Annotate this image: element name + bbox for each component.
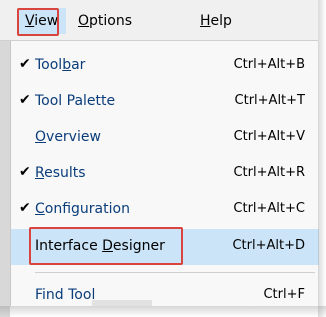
menu-separator xyxy=(35,272,315,273)
label-part: Find Tool xyxy=(35,287,96,303)
checkmark-icon: ✔ xyxy=(19,56,31,72)
menu-item-label: Find Tool xyxy=(35,287,95,303)
menu-item-label: Configuration xyxy=(35,201,130,217)
label-part: Interface xyxy=(35,238,103,254)
view-dropdown-menu: ✔ Toolbar Ctrl+Alt+B ✔ Tool Palette Ctrl… xyxy=(10,41,319,306)
label-accel: D xyxy=(102,238,113,254)
checkmark-icon: ✔ xyxy=(19,92,31,108)
menu-shadow xyxy=(0,306,326,317)
menu-item-shortcut: Ctrl+F xyxy=(263,287,305,302)
menu-help[interactable]: Help xyxy=(200,10,232,32)
menu-help-label-post: elp xyxy=(210,13,232,29)
menu-item-label: Toolbar xyxy=(35,57,85,73)
menu-shadow xyxy=(318,0,326,317)
label-part: Tool xyxy=(35,57,63,73)
checkmark-icon: ✔ xyxy=(19,200,31,216)
menu-item-results[interactable]: ✔ Results Ctrl+Alt+R xyxy=(11,156,319,192)
menu-view[interactable]: View xyxy=(17,8,67,34)
label-part: verview xyxy=(46,129,101,145)
menu-view-label-post: iew xyxy=(34,13,59,29)
label-part: ar xyxy=(71,57,86,73)
menu-item-configuration[interactable]: ✔ Configuration Ctrl+Alt+C xyxy=(11,192,319,228)
menu-options[interactable]: Options xyxy=(78,10,132,32)
menu-item-shortcut: Ctrl+Alt+C xyxy=(233,201,305,216)
label-part: esigner xyxy=(112,238,165,254)
label-part: Tool Palette xyxy=(35,93,116,109)
menu-item-label: Overview xyxy=(35,129,101,145)
menu-item-shortcut: Ctrl+Alt+T xyxy=(234,93,305,108)
menu-item-overview[interactable]: Overview Ctrl+Alt+V xyxy=(11,120,319,156)
menu-item-label: Results xyxy=(35,165,86,181)
menu-item-interface-designer[interactable]: Interface Designer Ctrl+Alt+D xyxy=(11,229,319,265)
menu-help-label-accel: H xyxy=(200,13,211,29)
label-accel: C xyxy=(35,201,45,217)
menu-item-shortcut: Ctrl+Alt+B xyxy=(233,57,305,72)
menu-options-label-accel: O xyxy=(78,13,90,29)
menu-item-toolbar[interactable]: ✔ Toolbar Ctrl+Alt+B xyxy=(11,48,319,84)
menu-view-label-accel: V xyxy=(25,13,35,29)
menu-item-label: Interface Designer xyxy=(35,238,165,254)
menu-options-label-post: ptions xyxy=(89,13,133,29)
menu-item-shortcut: Ctrl+Alt+V xyxy=(233,129,305,144)
menu-item-label: Tool Palette xyxy=(35,93,115,109)
menu-item-shortcut: Ctrl+Alt+D xyxy=(232,238,305,253)
checkmark-icon: ✔ xyxy=(19,164,31,180)
label-part: esults xyxy=(44,165,86,181)
label-accel: O xyxy=(35,129,47,145)
label-accel: b xyxy=(62,57,72,73)
menu-bar: View Options Help xyxy=(0,0,318,41)
background-window-edge xyxy=(0,0,10,317)
label-accel: R xyxy=(35,165,45,181)
label-part: onfiguration xyxy=(44,201,130,217)
menu-item-shortcut: Ctrl+Alt+R xyxy=(233,165,305,180)
menu-item-tool-palette[interactable]: ✔ Tool Palette Ctrl+Alt+T xyxy=(11,84,319,120)
